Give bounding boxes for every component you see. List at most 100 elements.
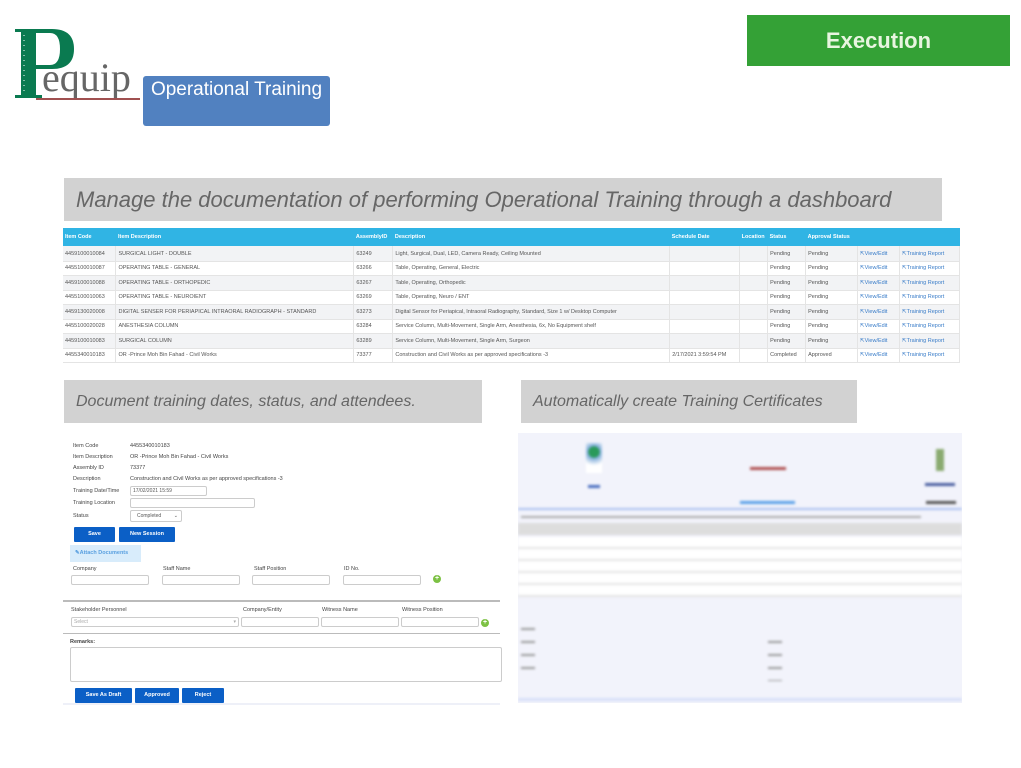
training-report-link[interactable]: Training Report xyxy=(907,352,945,358)
add-staff-plus-icon[interactable]: + xyxy=(433,575,441,583)
divider xyxy=(63,600,500,602)
column-header[interactable] xyxy=(857,228,900,246)
table-cell: Pending xyxy=(805,261,859,276)
table-cell: Pending xyxy=(805,290,859,305)
table-cell: Pending xyxy=(767,319,807,334)
section-label-operational-training: Operational Training xyxy=(143,76,330,126)
status-select[interactable]: Completed ⌄ xyxy=(130,510,182,522)
table-cell: 4455340010183 xyxy=(63,348,117,363)
table-cell: Pending xyxy=(767,261,807,276)
table-cell: Pending xyxy=(805,333,859,349)
table-cell: ⇱View/Edit xyxy=(857,319,900,334)
table-cell: Pending xyxy=(767,290,807,305)
column-header[interactable] xyxy=(899,228,960,246)
stakeholder-label: Stakeholder Personnel xyxy=(71,607,127,613)
staff-position-label: Staff Position xyxy=(254,566,287,572)
table-cell: 4459100010083 xyxy=(63,333,117,349)
staff-name-label: Staff Name xyxy=(163,566,191,572)
witness-position-input[interactable] xyxy=(401,617,479,627)
witness-name-input[interactable] xyxy=(321,617,399,627)
column-header[interactable]: AssemblyID xyxy=(353,228,393,246)
execution-badge: Execution xyxy=(747,15,1010,66)
new-session-button[interactable]: New Session xyxy=(119,527,175,542)
table-cell: 2/17/2021 3:59:54 PM xyxy=(669,348,741,363)
table-cell: Service Column, Multi-Movement, Single A… xyxy=(392,319,671,334)
save-button[interactable]: Save xyxy=(74,527,115,542)
view-edit-link[interactable]: View/Edit xyxy=(865,309,888,315)
id-no-input[interactable] xyxy=(343,575,421,585)
caption-form: Document training dates, status, and att… xyxy=(64,380,482,423)
attach-documents-button[interactable]: ✎Attach Documents xyxy=(70,545,141,562)
training-location-input[interactable] xyxy=(130,498,255,508)
table-row: 4459130020008 DIGITAL SENSER FOR PERIAPIC… xyxy=(63,304,961,320)
table-cell: ⇱Training Report xyxy=(899,348,961,363)
column-header[interactable]: Approval Status xyxy=(805,228,858,246)
staff-name-input[interactable] xyxy=(162,575,240,585)
table-cell xyxy=(739,246,769,262)
training-report-link[interactable]: Training Report xyxy=(907,251,945,257)
caption-dashboard: Manage the documentation of performing O… xyxy=(64,178,942,221)
stakeholder-select[interactable]: Select ▾ xyxy=(71,617,239,627)
table-cell: ⇱View/Edit xyxy=(857,290,900,305)
certificate-table-header xyxy=(518,523,962,535)
table-cell: 63267 xyxy=(353,275,394,291)
table-cell: Pending xyxy=(805,319,859,334)
reject-button[interactable]: Reject xyxy=(182,688,224,703)
table-cell: ANESTHESIA COLUMN xyxy=(115,319,355,334)
view-edit-link[interactable]: View/Edit xyxy=(865,294,888,300)
certificate-right-caption xyxy=(925,483,955,486)
table-cell xyxy=(669,246,741,262)
table-cell xyxy=(669,275,741,291)
save-as-draft-button[interactable]: Save As Draft xyxy=(75,688,132,703)
view-edit-link[interactable]: View/Edit xyxy=(865,251,888,257)
staff-position-input[interactable] xyxy=(252,575,330,585)
status-value: Completed xyxy=(137,513,162,519)
remarks-label: Remarks: xyxy=(70,639,96,645)
svg-text:equip: equip xyxy=(42,55,131,100)
column-header[interactable]: Location xyxy=(739,228,768,246)
table-cell: 63289 xyxy=(353,333,394,349)
table-cell: 63273 xyxy=(353,304,394,320)
company-entity-input[interactable] xyxy=(241,617,319,627)
training-report-link[interactable]: Training Report xyxy=(907,294,945,300)
table-cell: 4459100010084 xyxy=(63,246,117,262)
table-cell: Completed xyxy=(767,348,807,363)
training-report-link[interactable]: Training Report xyxy=(907,323,945,329)
table-cell: ⇱View/Edit xyxy=(857,275,900,291)
table-cell xyxy=(739,319,769,334)
training-report-link[interactable]: Training Report xyxy=(907,265,945,271)
view-edit-link[interactable]: View/Edit xyxy=(865,352,888,358)
table-row: 4459100010083 SURGICAL COLUMN 63289 Service… xyxy=(63,333,961,349)
table-cell: 4459130020008 xyxy=(63,304,117,320)
view-edit-link[interactable]: View/Edit xyxy=(865,265,888,271)
view-edit-link[interactable]: View/Edit xyxy=(865,338,888,344)
add-witness-plus-icon[interactable]: + xyxy=(481,619,489,627)
certificate-statement xyxy=(521,516,921,518)
training-report-link[interactable]: Training Report xyxy=(907,309,945,315)
view-edit-link[interactable]: View/Edit xyxy=(865,280,888,286)
table-cell: ⇱View/Edit xyxy=(857,304,900,320)
status-label: Status xyxy=(73,513,89,519)
item-desc-value: OR -Prince Moh Bin Fahad - Civil Works xyxy=(130,454,229,460)
column-header[interactable]: Item Code xyxy=(63,228,116,246)
table-cell: Construction and Civil Works as per appr… xyxy=(392,348,671,363)
column-header[interactable]: Description xyxy=(392,228,670,246)
company-input[interactable] xyxy=(71,575,149,585)
training-date-input[interactable]: 17/02/2021 15:59 xyxy=(130,486,207,496)
table-cell: OR -Prince Moh Bin Fahad - Civil Works xyxy=(115,348,355,363)
remarks-textarea[interactable] xyxy=(70,647,502,682)
table-cell: 73377 xyxy=(353,348,394,363)
certificate-left-logo xyxy=(586,443,602,473)
column-header[interactable]: Schedule Date xyxy=(669,228,740,246)
column-header[interactable]: Item Description xyxy=(115,228,354,246)
table-cell: Table, Operating, Orthopedic xyxy=(392,275,671,291)
training-location-label: Training Location xyxy=(73,500,115,506)
column-header[interactable]: Status xyxy=(767,228,806,246)
item-code-label: Item Code xyxy=(73,443,99,449)
view-edit-link[interactable]: View/Edit xyxy=(865,323,888,329)
training-report-link[interactable]: Training Report xyxy=(907,280,945,286)
training-report-link[interactable]: Training Report xyxy=(907,338,945,344)
table-row: 4459100010088 OPERATING TABLE - ORTHOPEDI… xyxy=(63,275,961,291)
table-cell: ⇱Training Report xyxy=(899,275,961,291)
approved-button[interactable]: Approved xyxy=(135,688,179,703)
